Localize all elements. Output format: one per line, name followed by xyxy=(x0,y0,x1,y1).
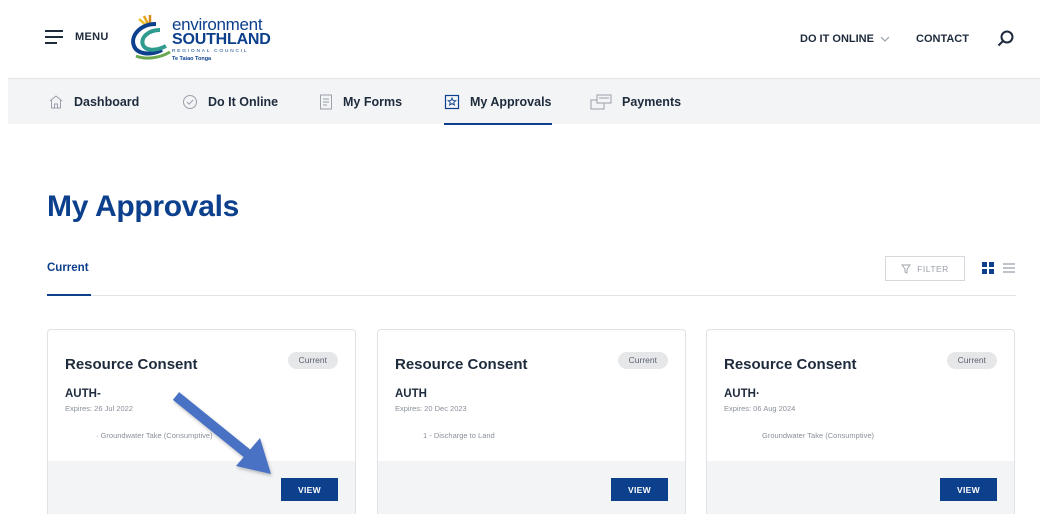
card-reference: AUTH· xyxy=(724,388,760,400)
card-description: Groundwater Take (Consumptive) xyxy=(762,431,874,440)
logo-line-environment: environment xyxy=(172,15,263,34)
card-expiry: Expires: 20 Dec 2023 xyxy=(395,404,467,413)
status-badge: Current xyxy=(617,352,668,369)
logo-line-regional: REGIONAL COUNCIL xyxy=(172,49,249,54)
subnav-item-do-it-online[interactable]: Do It Online xyxy=(182,79,278,125)
logo-line-te-taiao: Te Taiao Tonga xyxy=(172,56,212,62)
tab-divider xyxy=(47,295,1016,296)
subnav-label: My Forms xyxy=(343,95,403,109)
hamburger-icon xyxy=(45,30,63,44)
card-description: 1 - Discharge to Land xyxy=(423,431,495,440)
grid-view-icon[interactable] xyxy=(982,262,994,274)
document-icon xyxy=(320,94,332,110)
menu-button[interactable]: MENU xyxy=(45,30,109,44)
home-icon xyxy=(49,95,63,109)
do-it-online-label: DO IT ONLINE xyxy=(800,33,874,45)
tab-active-indicator xyxy=(47,294,91,296)
view-button[interactable]: VIEW xyxy=(940,478,997,501)
contact-link[interactable]: CONTACT xyxy=(916,33,969,45)
filter-button[interactable]: FILTER xyxy=(885,256,965,281)
account-subnav: Dashboard Do It Online My Forms My Appro… xyxy=(8,78,1040,125)
payment-icon xyxy=(590,94,612,110)
subnav-label: My Approvals xyxy=(470,95,552,109)
filter-icon xyxy=(901,264,912,274)
chevron-down-icon xyxy=(880,36,890,42)
do-it-online-dropdown[interactable]: DO IT ONLINE xyxy=(800,33,890,45)
filter-label: FILTER xyxy=(917,263,949,274)
card-title: Resource Consent xyxy=(724,356,857,373)
card-title: Resource Consent xyxy=(65,356,198,373)
page-title: My Approvals xyxy=(47,190,240,223)
search-icon[interactable] xyxy=(996,29,1016,49)
star-badge-icon xyxy=(444,94,460,110)
status-badge: Current xyxy=(946,352,997,369)
card-reference: AUTH xyxy=(395,388,427,400)
card-reference: AUTH- xyxy=(65,388,101,400)
approval-card: Resource Consent Current AUTH Expires: 2… xyxy=(377,329,686,514)
card-title: Resource Consent xyxy=(395,356,528,373)
subnav-label: Payments xyxy=(622,95,682,109)
approval-card: Resource Consent Current AUTH- Expires: … xyxy=(47,329,356,514)
menu-label: MENU xyxy=(75,31,109,43)
subnav-item-payments[interactable]: Payments xyxy=(590,79,681,125)
logo-mark-icon xyxy=(131,15,171,60)
tab-current[interactable]: Current xyxy=(47,262,89,274)
list-view-icon[interactable] xyxy=(1003,263,1015,273)
subnav-item-my-approvals[interactable]: My Approvals xyxy=(444,79,552,125)
view-button[interactable]: VIEW xyxy=(281,478,338,501)
subnav-label: Do It Online xyxy=(208,95,279,109)
logo-line-southland: SOUTHLAND xyxy=(172,31,271,48)
view-button[interactable]: VIEW xyxy=(611,478,668,501)
status-badge: Current xyxy=(287,352,338,369)
subnav-item-my-forms[interactable]: My Forms xyxy=(319,79,402,125)
card-expiry: Expires: 26 Jul 2022 xyxy=(65,404,133,413)
environment-southland-logo[interactable]: environment SOUTHLAND REGIONAL COUNCIL T… xyxy=(126,12,271,68)
check-circle-icon xyxy=(183,95,197,109)
card-expiry: Expires: 06 Aug 2024 xyxy=(724,404,796,413)
subnav-item-dashboard[interactable]: Dashboard xyxy=(48,79,139,125)
approval-card: Resource Consent Current AUTH· Expires: … xyxy=(706,329,1015,514)
subnav-label: Dashboard xyxy=(74,95,140,109)
top-header: MENU environment SOUTHLAND REGIONAL COUN… xyxy=(0,0,1040,78)
card-description: · Groundwater Take (Consumptive) xyxy=(96,431,213,440)
